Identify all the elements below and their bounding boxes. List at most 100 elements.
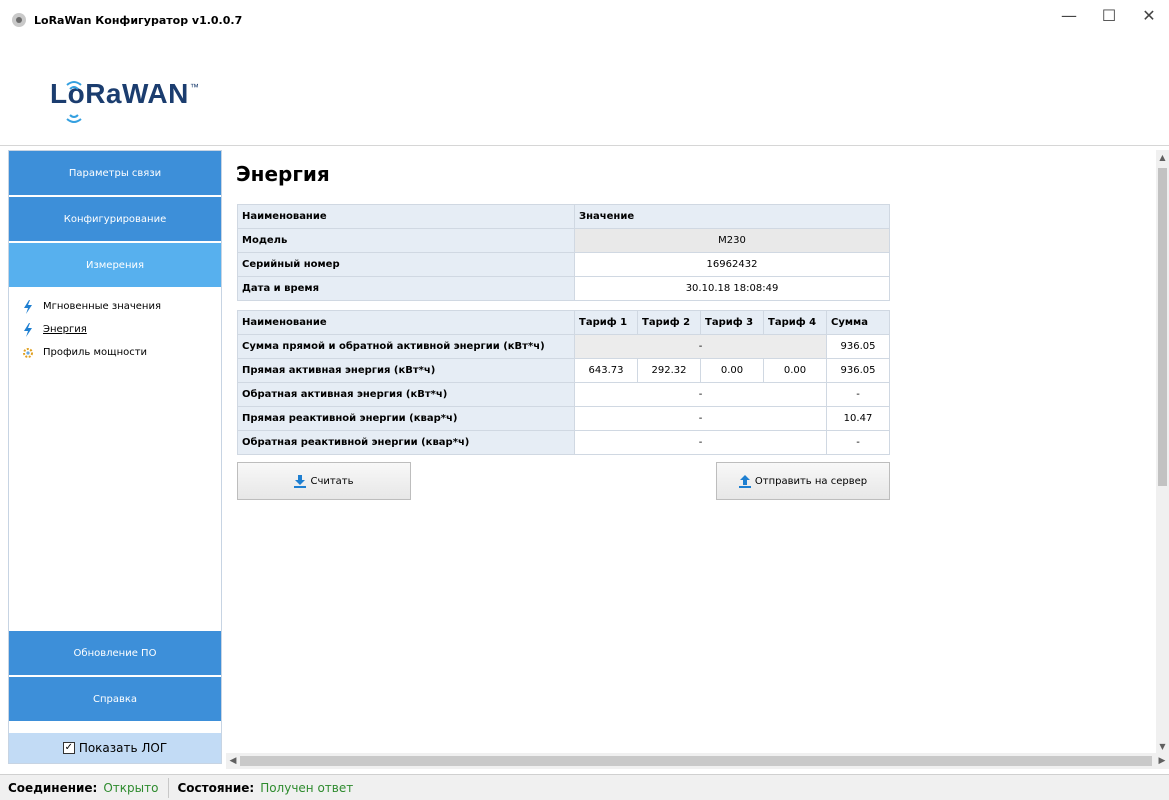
title-bar: LoRaWan Конфигуратор v1.0.0.7 — ☐ ✕ (0, 0, 1169, 40)
table-row: Модель M230 (237, 228, 890, 253)
nav-firmware-update[interactable]: Обновление ПО (9, 631, 221, 677)
energy-table: Наименование Тариф 1 Тариф 2 Тариф 3 Тар… (237, 310, 890, 455)
sidebar-item-energy[interactable]: Энергия (9, 318, 221, 341)
tariff-merged-cell: - (574, 430, 827, 455)
sum-cell: 936.05 (826, 358, 890, 383)
row-name: Обратная активная энергия (кВт*ч) (237, 382, 575, 407)
table-row: Серийный номер 16962432 (237, 252, 890, 277)
row-name: Обратная реактивной энергии (квар*ч) (237, 430, 575, 455)
tariff-merged-cell: - (574, 382, 827, 407)
connection-label: Соединение: (8, 780, 98, 795)
column-header: Наименование (237, 204, 575, 229)
scroll-up-icon[interactable]: ▲ (1156, 150, 1169, 164)
sidebar-item-label: Мгновенные значения (43, 301, 161, 312)
scroll-right-icon[interactable]: ▶ (1155, 753, 1169, 769)
row-name: Прямая реактивной энергии (квар*ч) (237, 406, 575, 431)
sidebar-item-label: Профиль мощности (43, 347, 148, 358)
checkbox-checked-icon[interactable]: ✓ (62, 742, 75, 754)
sidebar-item-label: Энергия (43, 324, 87, 335)
minimize-button[interactable]: — (1049, 0, 1089, 30)
sidebar-item-power-profile[interactable]: Профиль мощности (9, 341, 221, 364)
table-row: Прямая активная энергия (кВт*ч) 643.73 2… (237, 358, 890, 383)
nav-measurements[interactable]: Измерения (9, 243, 221, 289)
scroll-thumb[interactable] (1158, 168, 1167, 486)
measurements-list: Мгновенные значения Энергия Профиль мощн… (9, 289, 221, 631)
logo-trademark: ™ (189, 82, 199, 92)
nav-configuration[interactable]: Конфигурирование (9, 197, 221, 243)
sidebar-item-instant-values[interactable]: Мгновенные значения (9, 295, 221, 318)
read-button-label: Считать (310, 475, 354, 487)
column-header: Тариф 2 (637, 310, 701, 335)
vertical-scrollbar[interactable]: ▲ ▼ (1156, 150, 1169, 753)
tariff-4-cell: 0.00 (763, 358, 827, 383)
nav-label: Параметры связи (68, 167, 162, 179)
show-log-label: Показать ЛОГ (78, 741, 168, 755)
sum-cell: 936.05 (826, 334, 890, 359)
state-status: Состояние: Получен ответ (168, 777, 363, 798)
horizontal-scrollbar[interactable]: ◀ ▶ (226, 753, 1169, 769)
nav-label: Измерения (85, 259, 145, 271)
lorawan-logo: LoRaWAN ™ (50, 78, 199, 123)
sum-cell: - (826, 382, 890, 407)
sum-cell: 10.47 (826, 406, 890, 431)
tariff-2-cell: 292.32 (637, 358, 701, 383)
connection-status: Соединение: Открыто (0, 778, 168, 798)
column-header: Сумма (826, 310, 890, 335)
scroll-left-icon[interactable]: ◀ (226, 753, 240, 769)
signal-waves-icon (66, 81, 82, 123)
gear-icon (21, 346, 35, 360)
app-icon (12, 13, 26, 27)
table-header-row: Наименование Значение (237, 204, 890, 229)
tariff-1-cell: 643.73 (574, 358, 638, 383)
column-header: Тариф 3 (700, 310, 764, 335)
main-content: Энергия Наименование Значение Модель M23… (226, 150, 1156, 753)
nav-help[interactable]: Справка (9, 677, 221, 723)
nav-connection-params[interactable]: Параметры связи (9, 151, 221, 197)
column-header: Тариф 1 (574, 310, 638, 335)
app-header: LoRaWAN ™ (0, 40, 1169, 146)
sum-cell: - (826, 430, 890, 455)
read-button[interactable]: Считать (237, 462, 411, 500)
send-to-server-button[interactable]: Отправить на сервер (716, 462, 890, 500)
lightning-icon (21, 299, 35, 314)
state-value: Получен ответ (260, 780, 354, 795)
status-bar: Соединение: Открыто Состояние: Получен о… (0, 774, 1169, 800)
table-header-row: Наименование Тариф 1 Тариф 2 Тариф 3 Тар… (237, 310, 890, 335)
table-row: Дата и время 30.10.18 18:08:49 (237, 276, 890, 301)
column-header: Наименование (237, 310, 575, 335)
row-name: Прямая активная энергия (кВт*ч) (237, 358, 575, 383)
row-name: Модель (237, 228, 575, 253)
column-header: Значение (574, 204, 890, 229)
maximize-button[interactable]: ☐ (1089, 0, 1129, 30)
row-name: Сумма прямой и обратной активной энергии… (237, 334, 575, 359)
table-row: Обратная активная энергия (кВт*ч) - - (237, 382, 890, 407)
download-arrow-icon (294, 474, 307, 488)
device-info-table: Наименование Значение Модель M230 Серийн… (237, 204, 890, 301)
upload-arrow-icon (738, 474, 751, 488)
datetime-value: 30.10.18 18:08:49 (574, 276, 890, 301)
page-title: Энергия (236, 162, 330, 186)
show-log-toggle[interactable]: ✓ Показать ЛОГ (9, 733, 221, 763)
window-title: LoRaWan Конфигуратор v1.0.0.7 (34, 13, 243, 27)
nav-label: Обновление ПО (73, 647, 157, 659)
row-name: Серийный номер (237, 252, 575, 277)
scroll-thumb[interactable] (240, 756, 1152, 766)
lightning-icon (21, 322, 35, 337)
tariff-merged-cell: - (574, 334, 827, 359)
serial-value: 16962432 (574, 252, 890, 277)
sidebar: Параметры связи Конфигурирование Измерен… (8, 150, 222, 764)
tariff-3-cell: 0.00 (700, 358, 764, 383)
nav-label: Конфигурирование (63, 213, 167, 225)
window-controls: — ☐ ✕ (1049, 0, 1169, 30)
table-row: Обратная реактивной энергии (квар*ч) - - (237, 430, 890, 455)
table-row: Сумма прямой и обратной активной энергии… (237, 334, 890, 359)
table-row: Прямая реактивной энергии (квар*ч) - 10.… (237, 406, 890, 431)
scroll-down-icon[interactable]: ▼ (1156, 739, 1169, 753)
row-name: Дата и время (237, 276, 575, 301)
nav-label: Справка (92, 693, 138, 705)
send-button-label: Отправить на сервер (754, 475, 868, 487)
connection-value: Открыто (103, 780, 159, 795)
state-label: Состояние: (177, 780, 255, 795)
close-button[interactable]: ✕ (1129, 0, 1169, 30)
model-value: M230 (574, 228, 890, 253)
